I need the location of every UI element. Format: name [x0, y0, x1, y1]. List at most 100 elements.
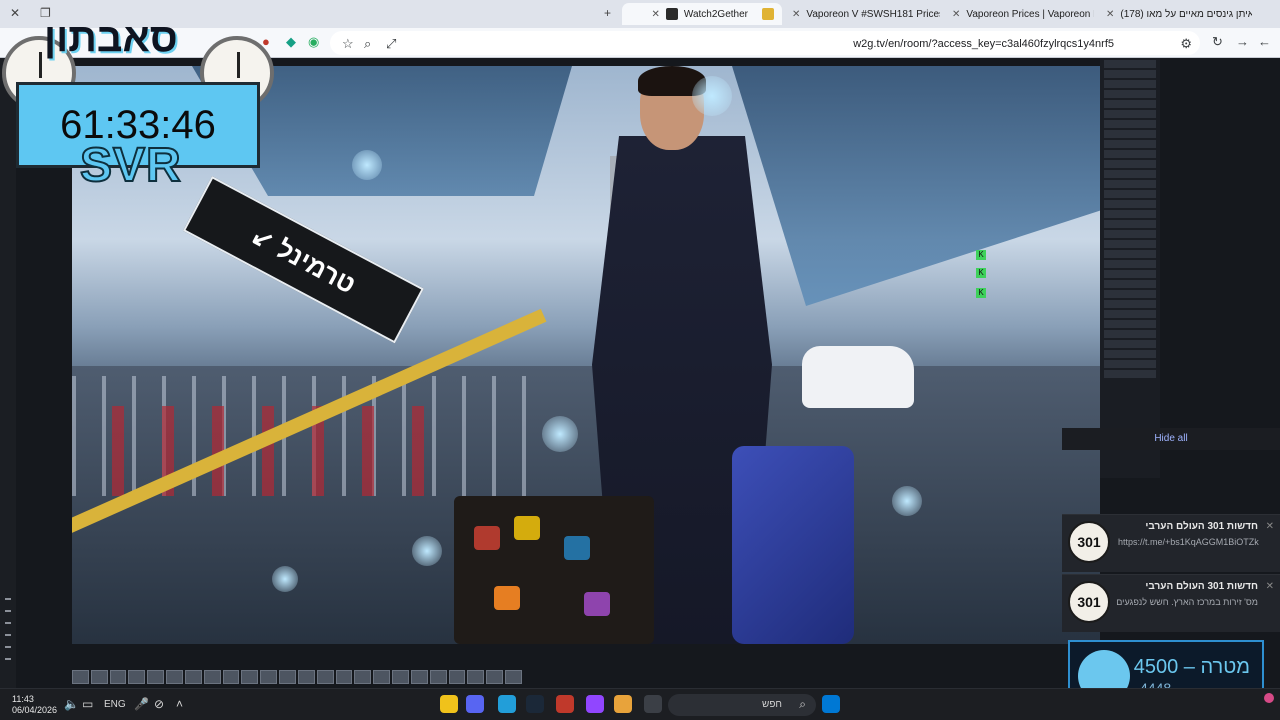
thumb: [279, 670, 296, 684]
bokeh-light: [892, 486, 922, 516]
clock-date: 06/04/2026: [12, 705, 58, 715]
tab-watch2gether[interactable]: ✕ Watch2Gether: [622, 3, 782, 25]
tab-vaporeon-prices[interactable]: ✕ Vaporeon Prices | Vaporeon List: [944, 3, 1094, 25]
microphone-icon[interactable]: 🎤: [134, 697, 149, 711]
task-view-icon[interactable]: [644, 695, 662, 713]
steam-icon[interactable]: [526, 695, 544, 713]
chevron-up-icon[interactable]: ˄: [176, 697, 183, 711]
thumb: [429, 670, 447, 684]
telegram-icon[interactable]: [498, 695, 516, 713]
notification-badge-icon[interactable]: [1264, 693, 1274, 703]
twitch-icon[interactable]: [586, 695, 604, 713]
tab-title: Vaporeon Prices | Vaporeon List: [966, 8, 1094, 20]
thumb: [72, 670, 89, 684]
chat-row: [1104, 130, 1156, 138]
app-icon[interactable]: [556, 695, 574, 713]
language-indicator[interactable]: ENG: [104, 699, 126, 710]
goal-label: מטרה – 4500: [1133, 656, 1250, 678]
tab-close-icon[interactable]: ✕: [652, 9, 660, 20]
network-off-icon[interactable]: ⊘: [154, 697, 164, 711]
thumb: [467, 670, 485, 684]
notification-item[interactable]: 301 חדשות 301 העולם הערבי https://t.me/+…: [1062, 514, 1280, 572]
thumb: [297, 670, 315, 684]
thumb: [410, 670, 428, 684]
bokeh-light: [352, 150, 382, 180]
extension-icon[interactable]: ◆: [286, 34, 296, 50]
chat-row: [1104, 100, 1156, 108]
toolbar-mark: [5, 634, 11, 636]
thumb: [90, 670, 108, 684]
chat-row: [1104, 210, 1156, 218]
tab-youtube[interactable]: ✕ (178) איתן גינסים מאיים על מאו: [1098, 3, 1252, 25]
thumb: [184, 670, 202, 684]
site-settings-icon[interactable]: ⚙: [1180, 36, 1192, 52]
suitcase-sticker: [474, 526, 500, 550]
chat-row: [1104, 110, 1156, 118]
chat-row: [1104, 170, 1156, 178]
discord-icon[interactable]: [466, 695, 484, 713]
chat-row: [1104, 160, 1156, 168]
chat-row: [1104, 180, 1156, 188]
taskbar-search[interactable]: חפש ⌕: [668, 694, 816, 716]
volume-icon[interactable]: 🔈: [64, 697, 79, 711]
close-icon[interactable]: ✕: [1266, 521, 1274, 532]
thumb: [203, 670, 221, 684]
chat-row: [1104, 150, 1156, 158]
chat-row: [1104, 140, 1156, 148]
thumb: [128, 670, 146, 684]
screenshot-icon[interactable]: ⤢: [386, 36, 396, 52]
white-car: [802, 346, 914, 408]
chat-row: [1104, 90, 1156, 98]
thumb: [316, 670, 334, 684]
thumb: [335, 670, 353, 684]
screen: ✕ ❐ + ✕ Watch2Gether ✕ Vaporeon V #SWSH1…: [0, 0, 1280, 720]
bookmark-star-icon[interactable]: ☆: [342, 36, 354, 52]
display-icon[interactable]: ▭: [82, 697, 93, 711]
terminal-sign: טרמינל ↙: [182, 176, 424, 344]
zoom-icon[interactable]: ⌕: [364, 36, 371, 52]
channel-avatar: 301: [1068, 521, 1110, 563]
file-explorer-icon[interactable]: [440, 695, 458, 713]
extension-icon: [762, 8, 774, 20]
blue-suitcase: [732, 446, 854, 644]
tab-vaporeon-v[interactable]: ✕ Vaporeon V #SWSH181 Prices: [784, 3, 940, 25]
tab-close-icon[interactable]: ✕: [952, 9, 960, 20]
windows-start-icon[interactable]: [822, 695, 840, 713]
clock-time: 11:43: [12, 694, 34, 704]
thumb: [505, 670, 522, 684]
watch2gether-favicon-icon: [665, 8, 678, 20]
suitcase-sticker: [494, 586, 520, 610]
tab-title: Vaporeon V #SWSH181 Prices: [806, 8, 940, 20]
toolbar-mark: [5, 610, 11, 612]
chat-row: [1104, 200, 1156, 208]
reload-icon[interactable]: ↻: [1212, 34, 1223, 50]
back-icon[interactable]: ←: [1258, 34, 1271, 49]
chrome-icon[interactable]: [614, 695, 632, 713]
kick-badge-icon: K: [976, 288, 986, 298]
search-icon: ⌕: [799, 697, 806, 711]
suitcase-sticker: [514, 516, 540, 540]
notification-item[interactable]: 301 חדשות 301 העולם הערבי מס' זירות במרכ…: [1062, 574, 1280, 632]
hide-all-button[interactable]: Hide all: [1062, 428, 1280, 450]
tab-close-icon[interactable]: ✕: [792, 9, 800, 20]
kick-badge-icon: K: [976, 268, 986, 278]
thumb: [109, 670, 127, 684]
vintage-suitcase: [454, 496, 654, 644]
thumb: [260, 670, 278, 684]
clock[interactable]: 11:43 06/04/2026: [12, 694, 57, 716]
thumb: [222, 670, 240, 684]
new-tab-icon[interactable]: +: [604, 6, 611, 20]
thumb: [392, 670, 409, 684]
extension-icon[interactable]: ◉: [308, 34, 319, 50]
tab-close-icon[interactable]: ✕: [1106, 9, 1114, 20]
url-text: w2g.tv/en/room/?access_key=c3al460fzylrq…: [853, 38, 1114, 50]
forward-icon[interactable]: →: [1236, 34, 1249, 49]
kick-badge-icon: K: [976, 250, 986, 260]
chat-row: [1104, 70, 1156, 78]
close-icon[interactable]: ✕: [1266, 581, 1274, 592]
playlist-strip[interactable]: [72, 670, 522, 684]
url-field[interactable]: ⚙ w2g.tv/en/room/?access_key=c3al460fzyl…: [330, 31, 1200, 55]
windows-taskbar: 11:43 06/04/2026 🔈 ▭ ENG 🎤 ⊘ ˄ חפש ⌕: [0, 688, 1280, 720]
notification-title: חדשות 301 העולם הערבי: [1145, 521, 1258, 532]
chat-row: [1104, 120, 1156, 128]
